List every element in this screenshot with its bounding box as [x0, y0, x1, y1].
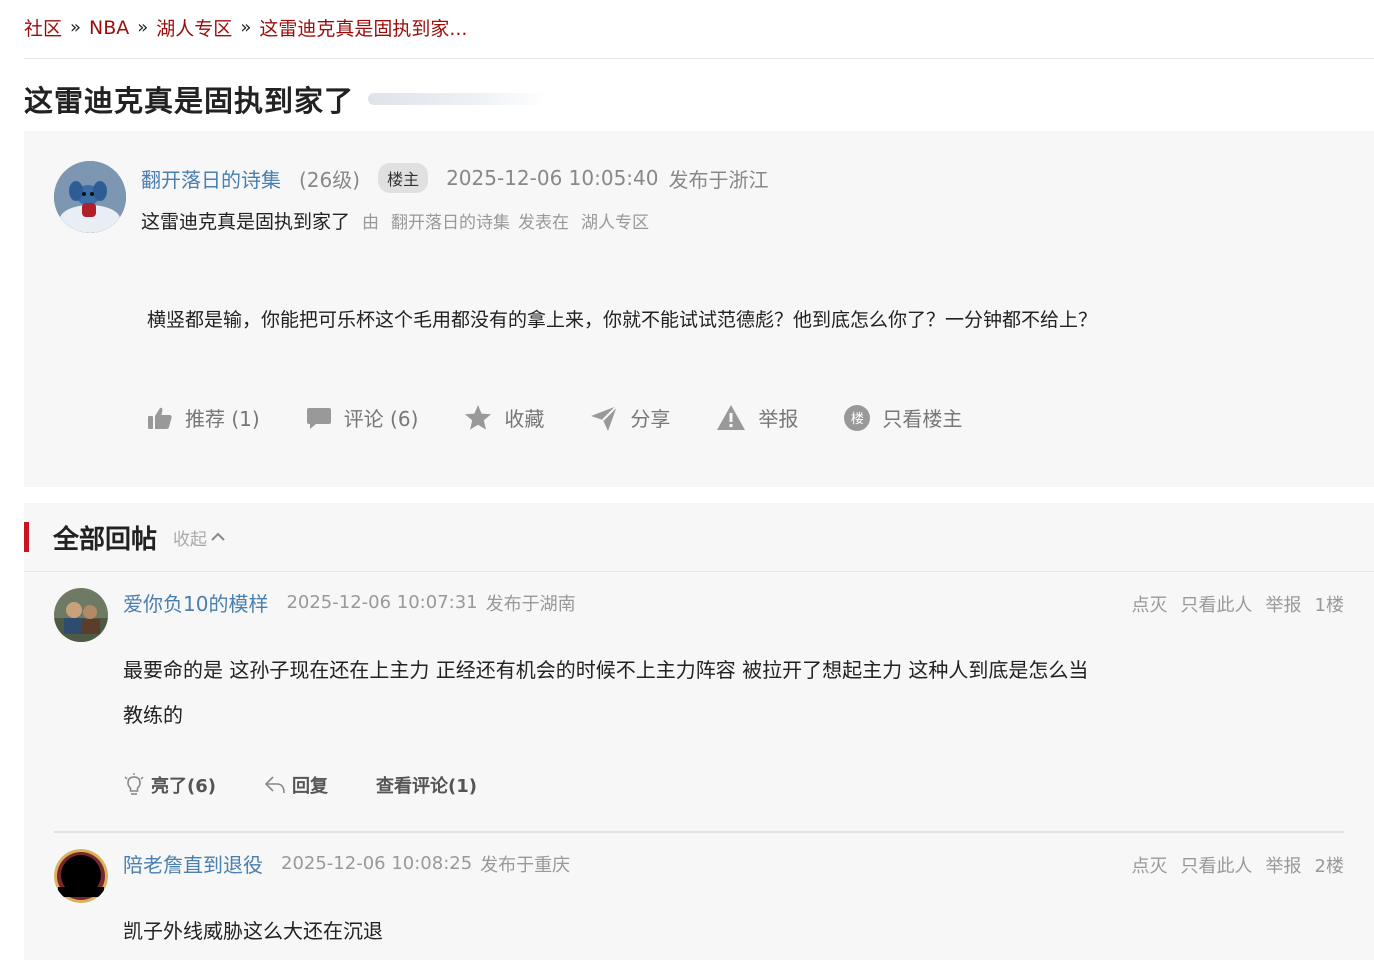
- reply-text: 最要命的是 这孙子现在还在上主力 正经还有机会的时候不上主力阵容 被拉开了想起主…: [123, 648, 1088, 738]
- share-button[interactable]: 分享: [590, 403, 670, 432]
- reply-tools: 点灭 只看此人 举报 1楼: [1119, 591, 1344, 617]
- post-time: 2025-12-06 10:05:40: [446, 166, 659, 190]
- post-title: 这雷迪克真是固执到家了: [24, 84, 355, 118]
- breadcrumb-separator: »: [70, 17, 82, 38]
- favorite-button[interactable]: 收藏: [464, 403, 544, 432]
- post-header: 翻开落日的诗集 (26级) 楼主 2025-12-06 10:05:40 发布于…: [141, 163, 769, 193]
- reply-item: 陪老詹直到退役 2025-12-06 10:08:25 发布于重庆 点灭 只看此…: [54, 849, 1344, 959]
- breadcrumb-separator: »: [240, 17, 252, 38]
- reply-text: 凯子外线威胁这么大还在沉退: [123, 909, 383, 954]
- collapse-toggle[interactable]: 收起: [173, 525, 225, 550]
- reply-location: 发布于重庆: [480, 854, 571, 876]
- warning-icon: [717, 405, 746, 430]
- comment-icon: [306, 407, 331, 429]
- reply-author[interactable]: 爱你负10的模样: [123, 588, 268, 617]
- breadcrumb-separator: »: [137, 17, 149, 38]
- reply-text-line: 最要命的是 这孙子现在还在上主力 正经还有机会的时候不上主力阵容 被拉开了想起主…: [123, 658, 1089, 682]
- reply-location: 发布于湖南: [485, 593, 576, 615]
- posted-in-label: 发表在: [518, 213, 570, 233]
- breadcrumb-lakers[interactable]: 湖人专区: [156, 14, 232, 41]
- star-icon: [465, 405, 492, 430]
- title-decoration: [368, 93, 549, 105]
- op-badge: 楼主: [378, 163, 429, 193]
- reply-arrow-icon: [264, 776, 285, 794]
- board-link[interactable]: 湖人专区: [581, 208, 649, 233]
- reply-text-line: 教练的: [123, 703, 183, 727]
- recommend-label: 推荐 (1): [185, 407, 260, 431]
- comment-label: 评论 (6): [343, 407, 419, 431]
- op-only-label: 只看楼主: [882, 407, 963, 431]
- author-level: (26级): [299, 167, 361, 192]
- page-title: 这雷迪克真是固执到家了: [24, 78, 549, 120]
- share-icon: [591, 404, 619, 431]
- post-location: 发布于浙江: [668, 167, 769, 192]
- post-actions: 推荐 (1) 评论 (6) 收藏 分享 举报 楼 只看楼主: [147, 403, 1008, 432]
- reply-item: 爱你负10的模样 2025-12-06 10:07:31 发布于湖南 点灭 只看…: [54, 588, 1344, 818]
- dislike-button[interactable]: 点灭: [1132, 591, 1168, 617]
- original-post: 翻开落日的诗集 (26级) 楼主 2025-12-06 10:05:40 发布于…: [24, 131, 1374, 487]
- only-this-user-button[interactable]: 只看此人: [1181, 852, 1253, 878]
- replies-title: 全部回帖: [53, 524, 158, 555]
- author-name[interactable]: 翻开落日的诗集: [141, 164, 281, 193]
- collapse-label: 收起: [173, 529, 208, 550]
- report-label: 举报: [758, 407, 799, 431]
- floor-number: 2楼: [1314, 856, 1344, 877]
- comment-button[interactable]: 评论 (6): [306, 403, 419, 432]
- share-label: 分享: [630, 407, 671, 431]
- reply-avatar[interactable]: [54, 849, 108, 903]
- by-label: 由: [362, 213, 380, 233]
- reply-time: 2025-12-06 10:07:31: [286, 592, 478, 613]
- reply-header: 陪老詹直到退役 2025-12-06 10:08:25 发布于重庆: [123, 849, 570, 878]
- op-only-button[interactable]: 楼 只看楼主: [844, 403, 962, 432]
- only-this-user-button[interactable]: 只看此人: [1181, 591, 1253, 617]
- post-subtitle-row: 这雷迪克真是固执到家了 由 翻开落日的诗集 发表在 湖人专区: [141, 207, 649, 234]
- replies-header: 全部回帖 收起: [24, 521, 225, 555]
- post-subtitle: 这雷迪克真是固执到家了: [141, 211, 351, 233]
- dislike-button[interactable]: 点灭: [1132, 852, 1168, 878]
- reply-avatar[interactable]: [54, 588, 108, 642]
- light-label: 亮了(6): [151, 776, 216, 797]
- report-button[interactable]: 举报: [716, 403, 798, 432]
- replies-section: 全部回帖 收起 爱你负10的模样 2025-12-06 10:07:31 发布于…: [24, 503, 1374, 960]
- reply-tools: 点灭 只看此人 举报 2楼: [1119, 852, 1344, 878]
- lightbulb-icon: [124, 773, 144, 795]
- reply-text-line: 凯子外线威胁这么大还在沉退: [123, 919, 383, 943]
- reply-divider: [54, 831, 1344, 833]
- reply-author[interactable]: 陪老詹直到退役: [123, 849, 263, 878]
- recommend-button[interactable]: 推荐 (1): [147, 403, 260, 432]
- thumbs-up-icon: [148, 407, 172, 429]
- floor-number: 1楼: [1314, 595, 1344, 616]
- chevron-up-icon: [211, 532, 225, 541]
- by-author[interactable]: 翻开落日的诗集: [391, 208, 510, 233]
- breadcrumb: 社区 » NBA » 湖人专区 » 这雷迪克真是固执到家...: [24, 14, 467, 41]
- favorite-label: 收藏: [504, 407, 545, 431]
- section-divider: [24, 571, 1374, 572]
- avatar-image: [54, 588, 108, 642]
- section-accent-bar: [24, 522, 29, 552]
- post-body: 横竖都是输，你能把可乐杯这个毛用都没有的拿上来，你就不能试试范德彪？他到底怎么你…: [147, 309, 1098, 331]
- avatar-image: [54, 161, 126, 233]
- reply-time: 2025-12-06 10:08:25: [281, 853, 473, 874]
- op-only-icon: 楼: [844, 404, 871, 431]
- breadcrumb-community[interactable]: 社区: [24, 14, 62, 41]
- report-reply-button[interactable]: 举报: [1266, 852, 1302, 878]
- avatar[interactable]: [54, 161, 126, 233]
- reply-header: 爱你负10的模样 2025-12-06 10:07:31 发布于湖南: [123, 588, 576, 617]
- avatar-image: [54, 849, 108, 903]
- light-button[interactable]: 亮了(6): [123, 772, 216, 798]
- breadcrumb-nba[interactable]: NBA: [89, 17, 129, 39]
- reply-button[interactable]: 回复: [264, 772, 328, 798]
- view-comments-button[interactable]: 查看评论(1): [376, 772, 477, 798]
- breadcrumb-divider: [24, 58, 1374, 59]
- reply-actions: 亮了(6) 回复 查看评论(1): [123, 772, 525, 798]
- report-reply-button[interactable]: 举报: [1266, 591, 1302, 617]
- reply-label: 回复: [291, 776, 328, 797]
- breadcrumb-current-post[interactable]: 这雷迪克真是固执到家...: [259, 14, 467, 41]
